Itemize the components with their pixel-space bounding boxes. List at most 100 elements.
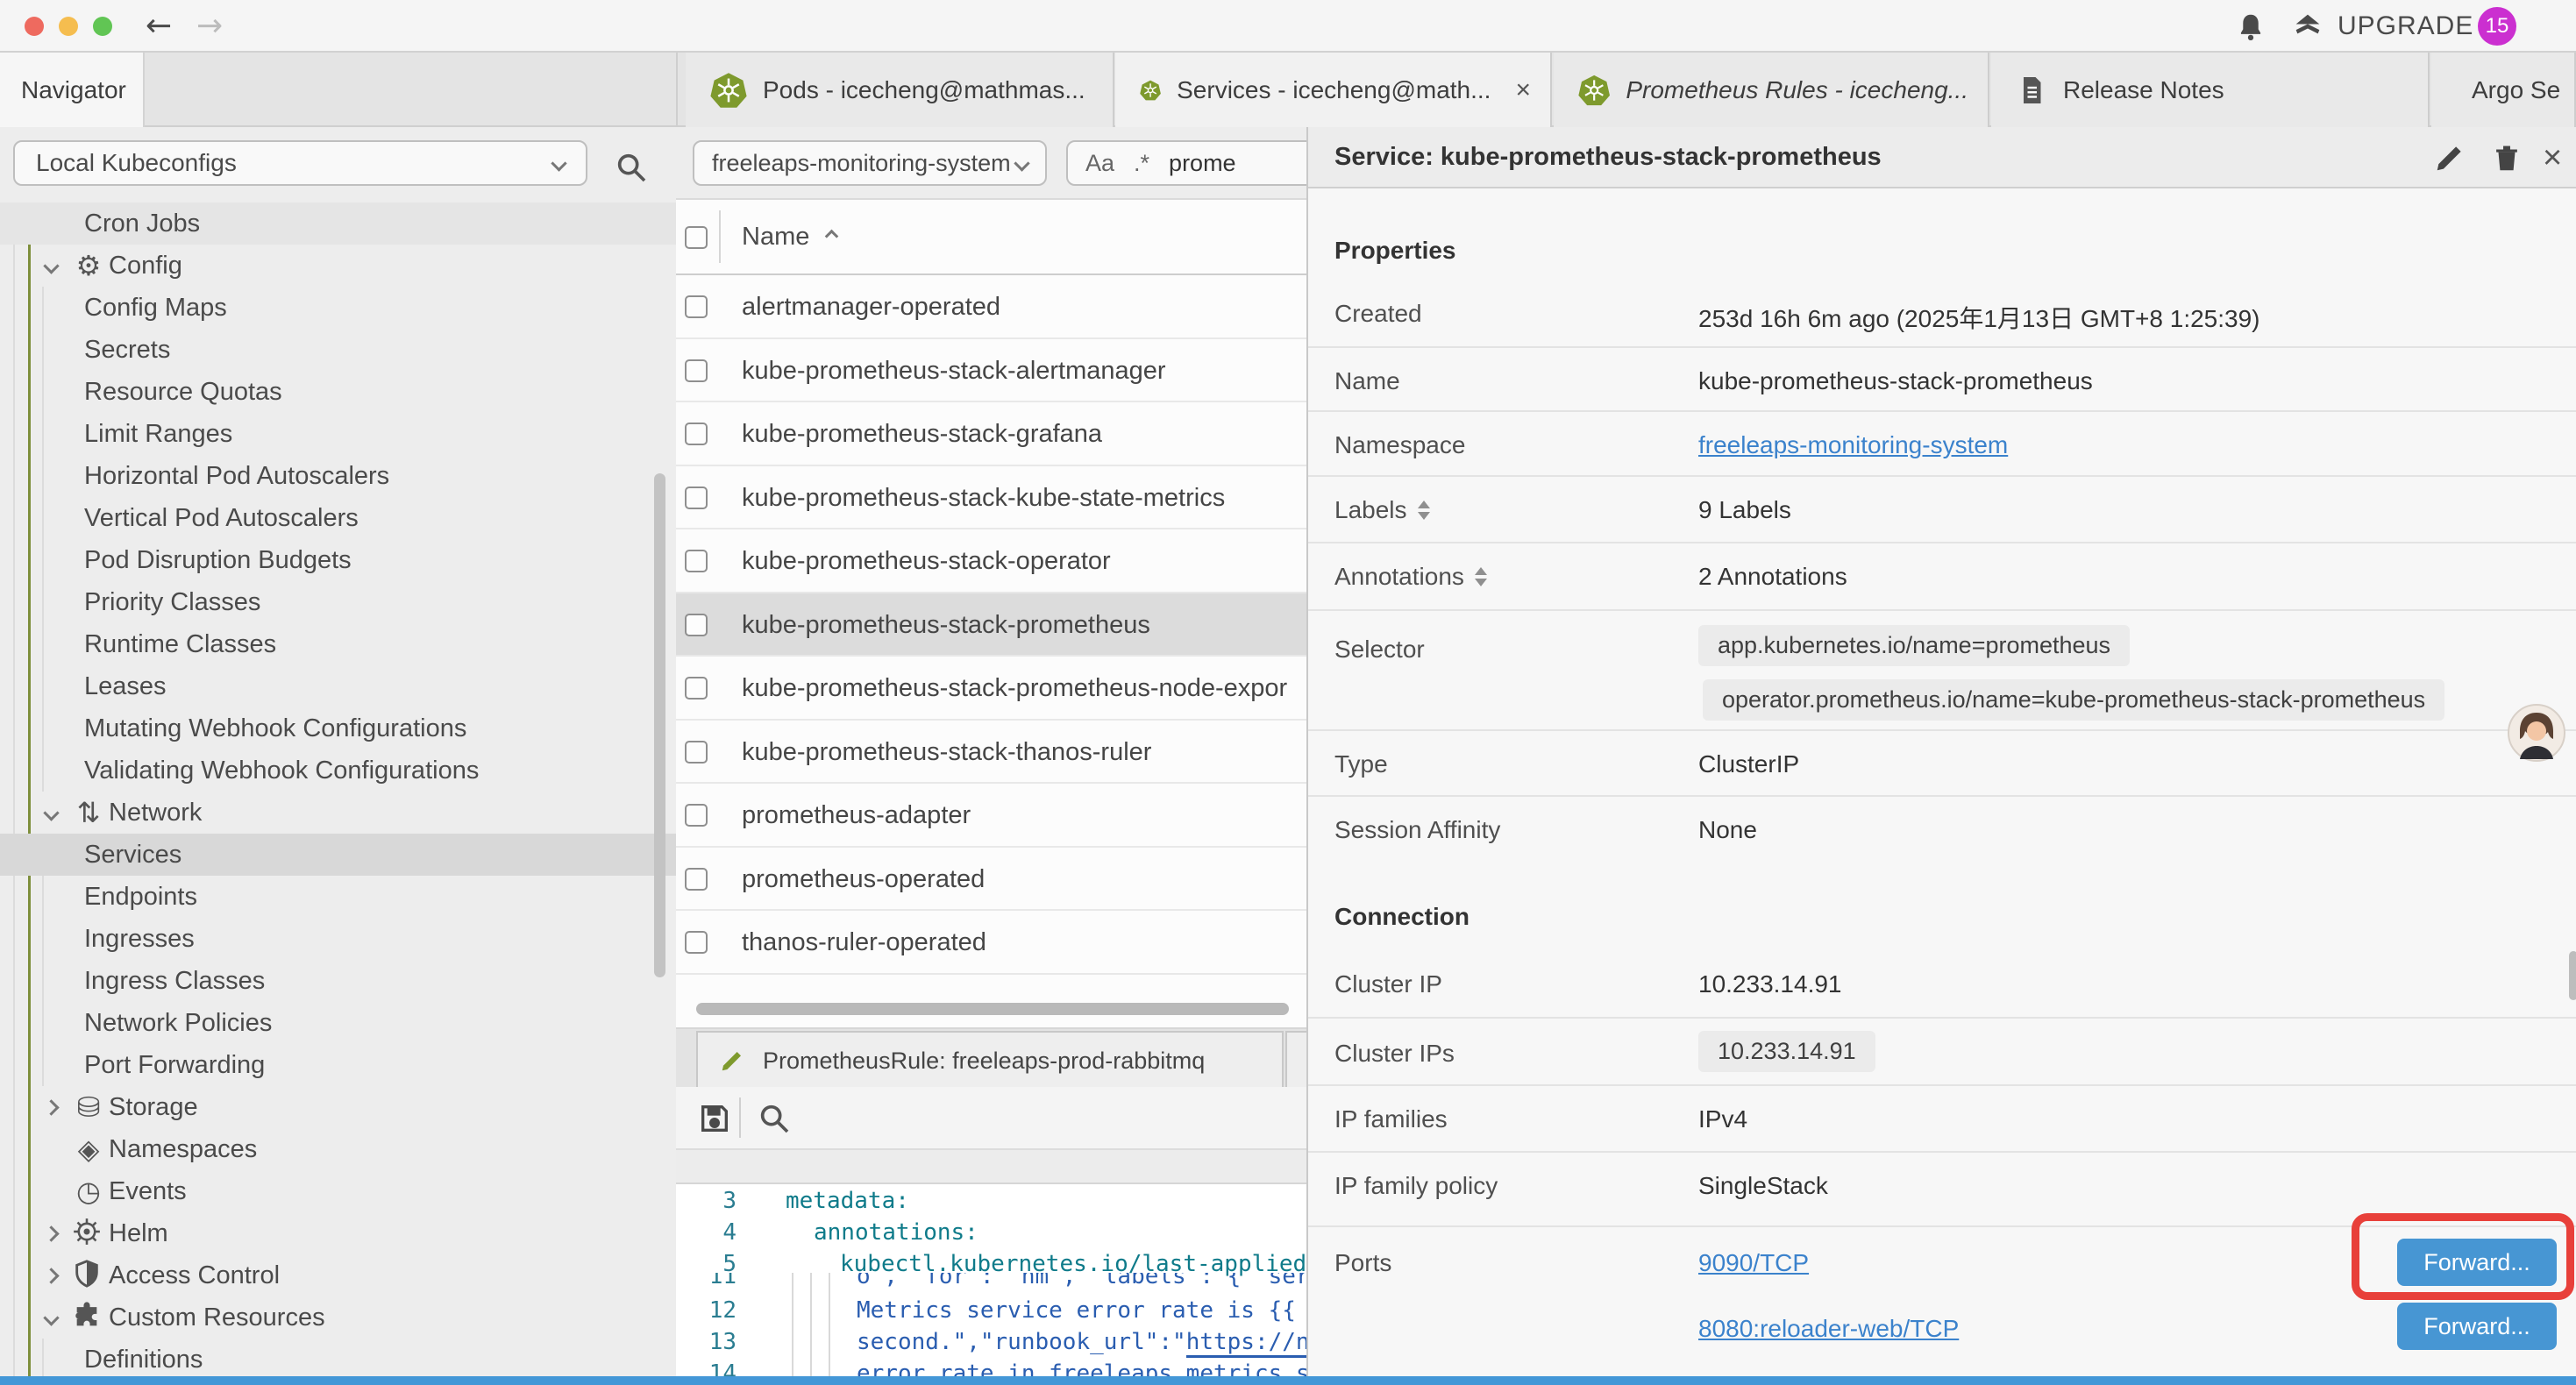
close-icon[interactable]: × [2543, 141, 2576, 174]
sidebar-item-network-policies[interactable]: Network Policies [0, 1002, 676, 1044]
sidebar-scrollbar[interactable] [654, 473, 665, 977]
port-link-9090[interactable]: 9090/TCP [1698, 1249, 1809, 1277]
tab-argo-se[interactable]: Argo Se [2431, 53, 2576, 127]
regex-toggle[interactable]: .* [1134, 150, 1149, 177]
sidebar-item-mutating-webhook-configurations[interactable]: Mutating Webhook Configurations [0, 707, 676, 749]
sidebar-item-vertical-pod-autoscalers[interactable]: Vertical Pod Autoscalers [0, 497, 676, 539]
editor-line: 3metadata: [676, 1185, 1306, 1217]
delete-trash-icon[interactable] [2490, 141, 2523, 174]
sidebar-item-namespaces[interactable]: ◈Namespaces [0, 1128, 676, 1170]
list-search-input[interactable]: Aa .* prome [1066, 140, 1320, 186]
yaml-editor[interactable]: 3metadata:4annotations:5kubectl.kubernet… [676, 1184, 1306, 1376]
sidebar-item-secrets[interactable]: Secrets [0, 329, 676, 371]
row-checkbox[interactable] [685, 614, 708, 636]
row-checkbox[interactable] [685, 868, 708, 891]
back-arrow-icon[interactable]: ← [146, 7, 172, 46]
sidebar-item-horizontal-pod-autoscalers[interactable]: Horizontal Pod Autoscalers [0, 455, 676, 497]
table-row[interactable]: kube-prometheus-stack-alertmanager [676, 339, 1306, 403]
notifications-bell-icon[interactable] [2234, 11, 2267, 44]
window-minimize-light[interactable] [59, 17, 78, 36]
port-link-8080[interactable]: 8080:reloader-web/TCP [1698, 1315, 1959, 1343]
notification-count-badge[interactable]: 15 [2478, 7, 2516, 46]
sort-arrows-icon[interactable] [1475, 567, 1487, 586]
sidebar-item-port-forwarding[interactable]: Port Forwarding [0, 1044, 676, 1086]
sidebar-item-access-control[interactable]: Access Control [0, 1254, 676, 1296]
sidebar-item-priority-classes[interactable]: Priority Classes [0, 581, 676, 623]
sidebar-item-config-maps[interactable]: Config Maps [0, 287, 676, 329]
table-row[interactable]: prometheus-operated [676, 848, 1306, 912]
save-icon[interactable] [697, 1101, 732, 1136]
sidebar-item-endpoints[interactable]: Endpoints [0, 876, 676, 918]
editor-search-icon[interactable] [757, 1101, 792, 1136]
tab-release-notes[interactable]: Release Notes [1991, 53, 2430, 127]
upgrade-button[interactable]: UPGRADE [2290, 9, 2473, 44]
row-checkbox[interactable] [685, 804, 708, 827]
row-checkbox[interactable] [685, 295, 708, 318]
table-row[interactable]: kube-prometheus-stack-thanos-ruler [676, 721, 1306, 785]
tab-pods-icecheng-mathmas[interactable]: Pods - icecheng@mathmas... [686, 53, 1114, 127]
kubeconfig-selector[interactable]: Local Kubeconfigs [13, 140, 587, 186]
sidebar-item-network[interactable]: ⇅Network [0, 792, 676, 834]
navigator-panel-tab[interactable]: Navigator [0, 53, 145, 127]
sidebar-item-storage[interactable]: ⛁Storage [0, 1086, 676, 1128]
row-checkbox[interactable] [685, 677, 708, 700]
namespace-link[interactable]: freeleaps-monitoring-system [1698, 431, 2008, 459]
select-all-checkbox[interactable] [685, 226, 708, 249]
forward-arrow-icon[interactable]: → [196, 7, 223, 46]
labels-value[interactable]: 9 Labels [1698, 496, 1791, 524]
sidebar-item-definitions[interactable]: Definitions [0, 1339, 676, 1376]
sidebar-item-label: Mutating Webhook Configurations [84, 714, 466, 743]
annotations-value[interactable]: 2 Annotations [1698, 563, 1847, 591]
window-bottom-accent-bar [0, 1376, 2576, 1385]
tab-close-icon[interactable]: × [1515, 77, 1531, 103]
sidebar-item-config[interactable]: ⚙Config [0, 245, 676, 287]
user-avatar[interactable] [2508, 704, 2565, 762]
sidebar-item-leases[interactable]: Leases [0, 665, 676, 707]
horizontal-scrollbar[interactable] [696, 1003, 1289, 1015]
sidebar-item-label: Vertical Pod Autoscalers [84, 504, 359, 533]
sidebar-item-runtime-classes[interactable]: Runtime Classes [0, 623, 676, 665]
sidebar-item-ingress-classes[interactable]: Ingress Classes [0, 960, 676, 1002]
sidebar-item-services[interactable]: Services [0, 834, 676, 876]
edit-pencil-icon[interactable] [2433, 141, 2466, 174]
ip-family-policy-value: SingleStack [1698, 1172, 1828, 1200]
sidebar-item-validating-webhook-configurations[interactable]: Validating Webhook Configurations [0, 749, 676, 792]
name-column-header[interactable]: Name [742, 223, 809, 252]
tab-services-icecheng-math[interactable]: Services - icecheng@math...× [1115, 53, 1552, 127]
sidebar-item-pod-disruption-budgets[interactable]: Pod Disruption Budgets [0, 539, 676, 581]
panel-scrollbar[interactable] [2569, 951, 2576, 1000]
window-zoom-light[interactable] [93, 17, 112, 36]
tab-prometheus-rules-icecheng[interactable]: Prometheus Rules - icecheng... [1554, 53, 1989, 127]
table-row[interactable]: alertmanager-operated [676, 275, 1306, 339]
table-row[interactable]: kube-prometheus-stack-kube-state-metrics [676, 466, 1306, 530]
sidebar-search-icon[interactable] [614, 150, 649, 185]
sidebar-item-custom-resources[interactable]: Custom Resources [0, 1296, 676, 1339]
dock-tab-prometheusrule[interactable]: PrometheusRule: freeleaps-prod-rabbitmq [696, 1031, 1284, 1089]
row-checkbox[interactable] [685, 423, 708, 445]
row-checkbox[interactable] [685, 741, 708, 764]
row-checkbox[interactable] [685, 931, 708, 954]
sidebar-item-resource-quotas[interactable]: Resource Quotas [0, 371, 676, 413]
table-row[interactable]: kube-prometheus-stack-prometheus [676, 593, 1306, 657]
sidebar-item-events[interactable]: ◷Events [0, 1170, 676, 1212]
forward-button-8080[interactable]: Forward... [2397, 1303, 2557, 1350]
code-link[interactable]: https://net [1186, 1329, 1306, 1358]
table-row[interactable]: kube-prometheus-stack-operator [676, 529, 1306, 593]
match-case-toggle[interactable]: Aa [1085, 150, 1114, 177]
sort-ascending-icon[interactable] [825, 230, 839, 244]
table-row[interactable]: kube-prometheus-stack-grafana [676, 402, 1306, 466]
sidebar-item-limit-ranges[interactable]: Limit Ranges [0, 413, 676, 455]
sidebar-item-ingresses[interactable]: Ingresses [0, 918, 676, 960]
table-row[interactable]: kube-prometheus-stack-prometheus-node-ex… [676, 657, 1306, 721]
sidebar-item-helm[interactable]: Helm [0, 1212, 676, 1254]
table-row[interactable]: prometheus-adapter [676, 784, 1306, 848]
row-checkbox[interactable] [685, 550, 708, 572]
window-close-light[interactable] [25, 17, 44, 36]
row-checkbox[interactable] [685, 359, 708, 382]
chevron-right-icon [43, 1225, 59, 1241]
namespace-filter-select[interactable]: freeleaps-monitoring-system [693, 140, 1047, 186]
row-checkbox[interactable] [685, 487, 708, 509]
table-row[interactable]: thanos-ruler-operated [676, 911, 1306, 975]
sidebar-item-cron-jobs[interactable]: Cron Jobs [0, 202, 676, 245]
sort-arrows-icon[interactable] [1418, 501, 1430, 520]
